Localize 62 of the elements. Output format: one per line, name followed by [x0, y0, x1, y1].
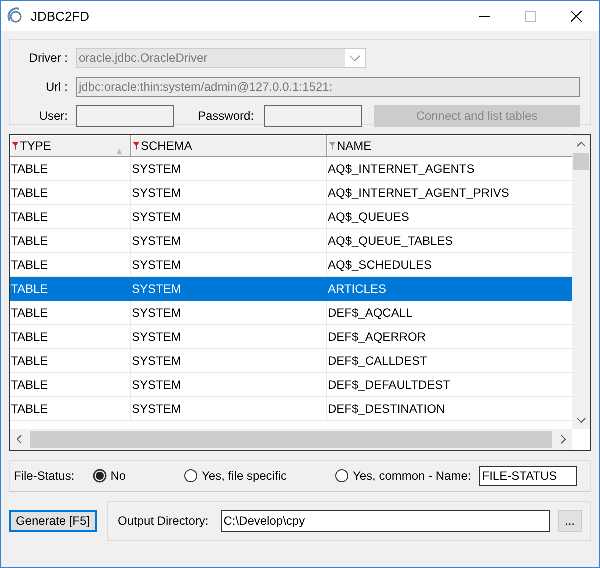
table-cell: SYSTEM — [131, 181, 327, 205]
column-header[interactable]: NAME — [327, 135, 572, 157]
table-row[interactable]: TABLE SYSTEM AQ$_QUEUE_TABLES — [10, 229, 572, 253]
table-cell: SYSTEM — [131, 349, 327, 373]
scroll-down-icon[interactable] — [576, 418, 586, 422]
table-row[interactable]: TABLE SYSTEM AQ$_INTERNET_AGENT_PRIVS — [10, 181, 572, 205]
table-row[interactable]: TABLE SYSTEM DEF$_DESTINATION — [10, 397, 572, 421]
table-cell: TABLE — [10, 205, 131, 229]
table-row[interactable]: TABLE SYSTEM DEF$_DEFAULTDEST — [10, 373, 572, 397]
table-row[interactable]: TABLE SYSTEM ARTICLES — [10, 277, 572, 301]
table-cell: TABLE — [10, 157, 131, 181]
password-field[interactable] — [264, 105, 362, 127]
table-row[interactable]: TABLE SYSTEM DEF$_AQERROR — [10, 325, 572, 349]
user-field[interactable] — [76, 105, 174, 127]
table-cell: SYSTEM — [131, 157, 327, 181]
radio-button[interactable]: Yes, common - Name: — [334, 469, 472, 483]
table-row[interactable]: TABLE SYSTEM AQ$_INTERNET_AGENTS — [10, 157, 572, 181]
table-cell: TABLE — [10, 325, 131, 349]
generate-button[interactable]: Generate [F5] — [9, 510, 97, 532]
scroll-right-icon[interactable] — [560, 435, 566, 444]
table-row[interactable]: TABLE SYSTEM DEF$_AQCALL — [10, 301, 572, 325]
column-header[interactable]: SCHEMA — [131, 135, 327, 157]
scroll-thumb[interactable] — [573, 153, 589, 170]
table-cell: TABLE — [10, 373, 131, 397]
table-cell: SYSTEM — [131, 229, 327, 253]
user-label: User: — [38, 109, 68, 123]
scroll-left-icon[interactable] — [16, 435, 22, 444]
table-cell: SYSTEM — [131, 373, 327, 397]
file-status-label: File-Status: — [14, 469, 75, 483]
table-cell: SYSTEM — [131, 301, 327, 325]
close-icon — [570, 10, 582, 22]
radio-button[interactable]: Yes, file specific — [184, 469, 287, 483]
table-cell: TABLE — [10, 301, 131, 325]
table-cell: TABLE — [10, 397, 131, 421]
caret-icon — [349, 54, 361, 62]
table-cell: SYSTEM — [131, 397, 327, 421]
horizontal-scrollbar[interactable] — [10, 429, 572, 450]
driver-dropdown[interactable]: oracle.jdbc.OracleDriver — [76, 48, 366, 68]
radio-button[interactable]: No — [92, 469, 126, 483]
table-cell: TABLE — [10, 277, 131, 301]
table-cell: SYSTEM — [131, 205, 327, 229]
password-label: Password: — [198, 109, 254, 123]
table-cell: TABLE — [10, 181, 131, 205]
maximize-icon — [524, 10, 536, 22]
driver-label: Driver : — [28, 51, 68, 65]
output-directory-field[interactable]: C:\Develop\cpy — [220, 510, 550, 532]
output-directory-label: Output Directory: — [118, 514, 209, 528]
name-field[interactable]: FILE-STATUS — [479, 466, 578, 486]
vertical-scrollbar[interactable] — [572, 135, 590, 429]
table-cell: TABLE — [10, 229, 131, 253]
browse-button[interactable]: ... — [558, 510, 582, 532]
table-cell: SYSTEM — [131, 277, 327, 301]
scroll-up-icon[interactable] — [576, 142, 586, 146]
table-cell: TABLE — [10, 349, 131, 373]
table-cell: SYSTEM — [131, 325, 327, 349]
table-row[interactable]: TABLE SYSTEM AQ$_QUEUES — [10, 205, 572, 229]
table-row[interactable]: TABLE SYSTEM DEF$_CALLDEST — [10, 349, 572, 373]
window-title: JDBC2FD — [31, 8, 90, 24]
column-header[interactable]: TYPE — [10, 135, 131, 157]
url-label: Url : — [45, 80, 68, 94]
table-cell: ARTICLES — [327, 277, 572, 301]
url-field[interactable]: jdbc:oracle:thin:system/admin@127.0.0.1:1521: — [76, 77, 580, 97]
